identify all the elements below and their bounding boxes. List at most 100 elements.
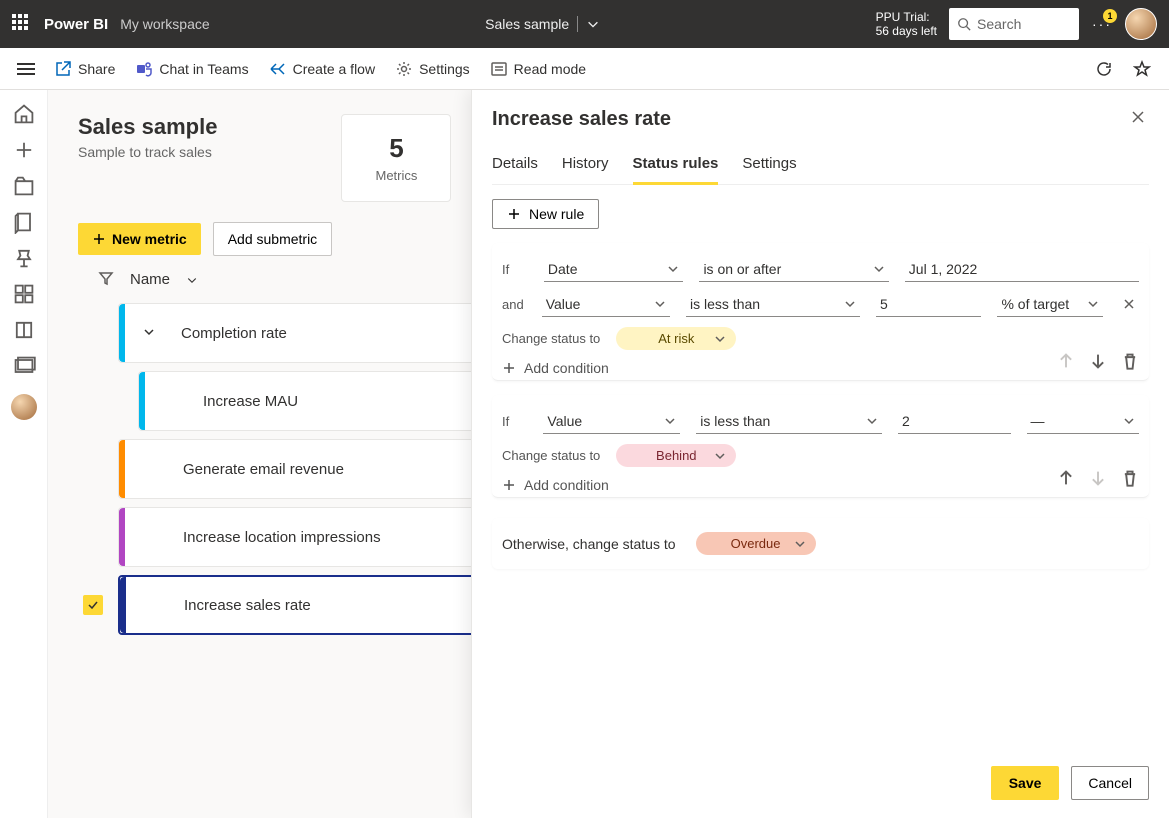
report-name[interactable]: Sales sample [485, 16, 569, 32]
delete-rule-button[interactable] [1121, 352, 1139, 370]
condition-value-input[interactable]: 2 [898, 409, 1010, 434]
tab-status-rules[interactable]: Status rules [633, 147, 719, 185]
metric-name: Increase sales rate [184, 597, 311, 614]
move-up-button [1057, 352, 1075, 370]
move-down-button[interactable] [1089, 352, 1107, 370]
condition-value-input[interactable]: 5 [876, 292, 982, 317]
create-icon[interactable] [12, 138, 36, 162]
chevron-down-icon [714, 450, 726, 462]
left-nav-rail [0, 90, 48, 818]
condition-conjunction: and [502, 297, 526, 312]
metric-checkbox[interactable] [83, 595, 103, 615]
plus-icon [502, 361, 516, 375]
condition-operator-dropdown[interactable]: is less than [686, 292, 860, 317]
chevron-down-icon [654, 298, 666, 310]
panel-title: Increase sales rate [492, 108, 671, 131]
metric-name: Increase MAU [203, 393, 298, 410]
condition-operator-dropdown[interactable]: is less than [696, 409, 882, 434]
condition-conjunction: If [502, 262, 528, 277]
learn-icon[interactable] [12, 318, 36, 342]
chevron-down-icon [664, 415, 676, 427]
save-button[interactable]: Save [991, 766, 1060, 800]
plus-icon [507, 207, 521, 221]
tab-details[interactable]: Details [492, 147, 538, 184]
chevron-down-icon[interactable] [143, 325, 155, 341]
apps-icon[interactable] [12, 282, 36, 306]
chevron-down-icon [866, 415, 878, 427]
new-metric-button[interactable]: New metric [78, 223, 201, 255]
status-dropdown[interactable]: At risk [616, 327, 736, 350]
condition-conjunction: If [502, 414, 527, 429]
search-input[interactable]: Search [949, 8, 1079, 40]
data-hub-icon[interactable] [12, 210, 36, 234]
kpi-metrics-card[interactable]: 5 Metrics [341, 114, 451, 202]
scorecard-subtitle: Sample to track sales [78, 144, 217, 160]
chevron-down-icon[interactable] [186, 274, 198, 286]
share-icon [54, 60, 72, 78]
chevron-down-icon [844, 298, 856, 310]
brand-label: Power BI [44, 16, 108, 33]
status-dropdown[interactable]: Behind [616, 444, 736, 467]
rule-card: If Value is less than 2 — Change status to Beh… [492, 395, 1149, 498]
close-icon [1131, 110, 1145, 124]
workspace-avatar[interactable] [11, 394, 37, 420]
chevron-down-icon [714, 333, 726, 345]
metric-name: Increase location impressions [183, 529, 381, 546]
new-rule-button[interactable]: New rule [492, 199, 599, 229]
browse-icon[interactable] [12, 174, 36, 198]
read-mode-button[interactable]: Read mode [482, 56, 594, 82]
otherwise-status-dropdown[interactable]: Overdue [696, 532, 816, 555]
home-icon[interactable] [12, 102, 36, 126]
cancel-button[interactable]: Cancel [1071, 766, 1149, 800]
plus-icon [502, 478, 516, 492]
metric-name: Generate email revenue [183, 461, 344, 478]
metric-name: Completion rate [181, 325, 287, 342]
condition-operator-dropdown[interactable]: is on or after [699, 257, 888, 282]
tab-settings[interactable]: Settings [742, 147, 796, 184]
rule-card: If Date is on or after Jul 1, 2022 and Valuei… [492, 243, 1149, 381]
move-up-button[interactable] [1057, 469, 1075, 487]
workspaces-icon[interactable] [12, 354, 36, 378]
chat-teams-button[interactable]: Chat in Teams [127, 56, 256, 82]
plus-icon [92, 232, 106, 246]
move-down-button [1089, 469, 1107, 487]
app-launcher-icon[interactable] [12, 14, 32, 34]
condition-unit-dropdown[interactable]: % of target [997, 292, 1103, 317]
filter-icon[interactable] [98, 270, 114, 289]
settings-button[interactable]: Settings [387, 56, 478, 82]
goals-icon[interactable] [12, 246, 36, 270]
main-content: Sales sample Sample to track sales 5 Met… [48, 90, 1169, 818]
refresh-button[interactable] [1087, 56, 1121, 82]
add-submetric-button[interactable]: Add submetric [213, 222, 332, 256]
refresh-icon [1095, 60, 1113, 78]
workspace-label[interactable]: My workspace [120, 16, 209, 32]
trial-status[interactable]: PPU Trial: 56 days left [876, 10, 937, 39]
tab-history[interactable]: History [562, 147, 609, 184]
close-panel-button[interactable] [1127, 106, 1149, 133]
column-name-header[interactable]: Name [130, 271, 170, 288]
change-status-label: Change status to [502, 448, 600, 463]
chevron-down-icon[interactable] [586, 17, 600, 31]
metric-details-panel: Increase sales rate Details History Status… [471, 90, 1169, 818]
condition-field-dropdown[interactable]: Value [543, 409, 680, 434]
flow-icon [269, 60, 287, 78]
otherwise-row: Otherwise, change status to Overdue [492, 518, 1149, 569]
condition-unit-dropdown[interactable]: — [1027, 409, 1139, 434]
change-status-label: Change status to [502, 331, 600, 346]
chevron-down-icon [1123, 415, 1135, 427]
favorite-button[interactable] [1125, 56, 1159, 82]
delete-rule-button[interactable] [1121, 469, 1139, 487]
condition-field-dropdown[interactable]: Value [542, 292, 670, 317]
search-icon [957, 17, 971, 31]
more-options[interactable]: ··· 1 [1091, 13, 1113, 35]
divider [577, 16, 578, 32]
user-avatar[interactable] [1125, 8, 1157, 40]
create-flow-button[interactable]: Create a flow [261, 56, 383, 82]
otherwise-label: Otherwise, change status to [502, 536, 676, 552]
condition-value-input[interactable]: Jul 1, 2022 [905, 257, 1139, 282]
remove-condition-button[interactable] [1119, 297, 1139, 313]
share-button[interactable]: Share [46, 56, 123, 82]
notification-badge: 1 [1103, 9, 1117, 23]
condition-field-dropdown[interactable]: Date [544, 257, 684, 282]
nav-toggle-icon[interactable] [10, 63, 42, 75]
